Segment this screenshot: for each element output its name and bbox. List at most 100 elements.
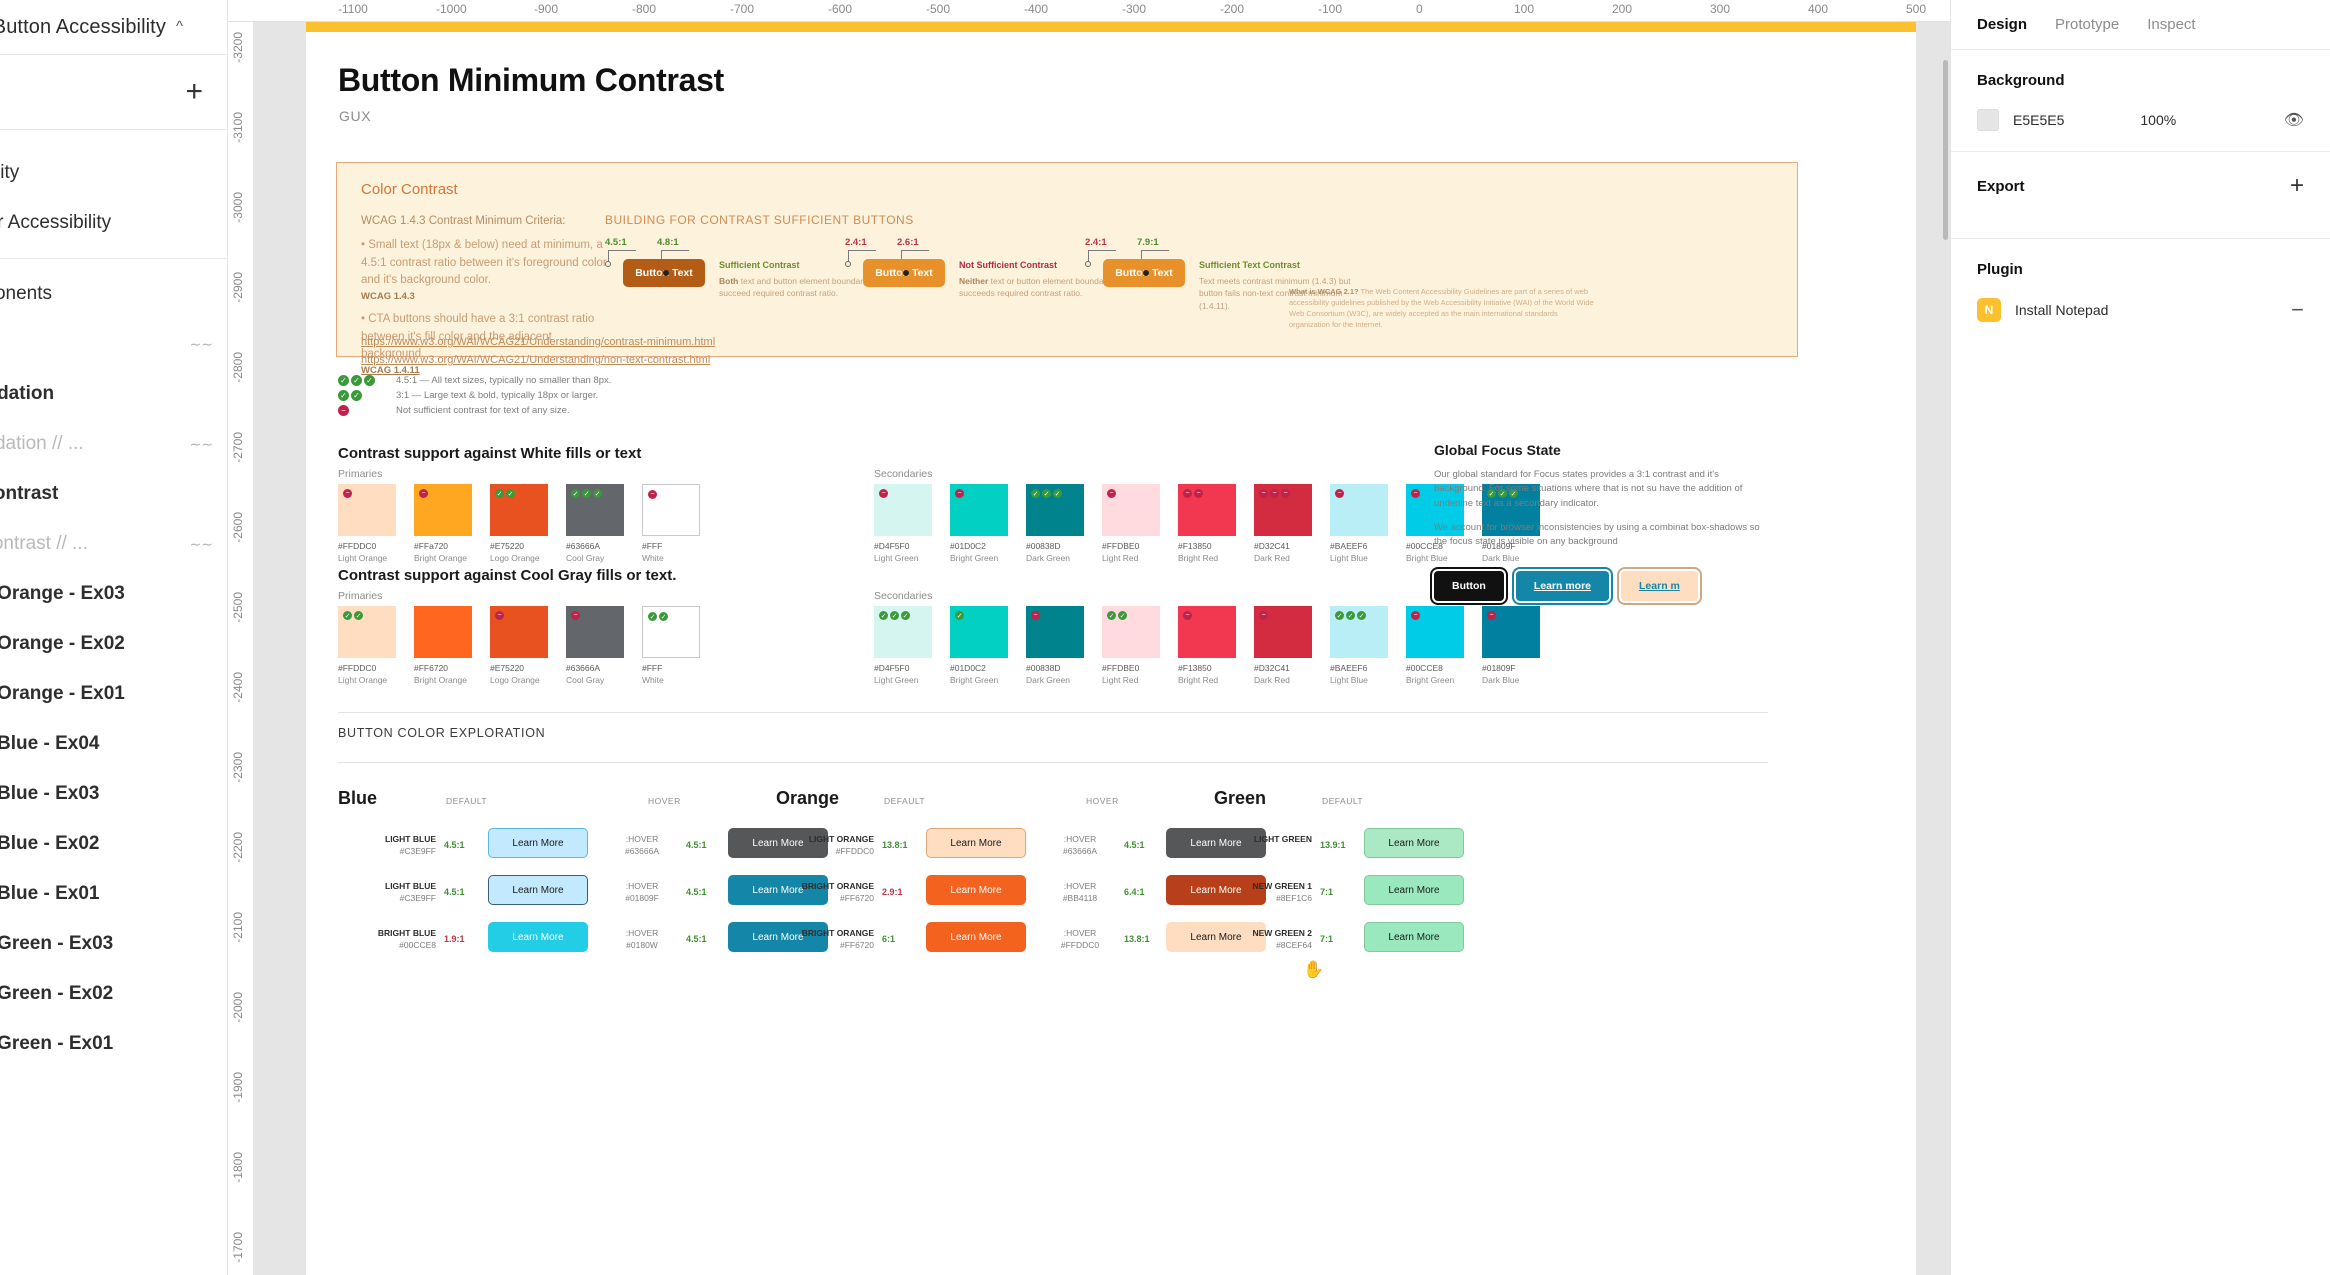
design-frame[interactable]: Button Minimum Contrast GUX Color Contra… bbox=[306, 22, 1916, 1275]
color-swatch[interactable]: − #D32C41 Dark Red bbox=[1254, 606, 1314, 685]
color-swatch[interactable]: − #00838D Dark Green bbox=[1026, 606, 1086, 685]
sidebar-item-16[interactable]: on / Green - Ex02 bbox=[0, 969, 227, 1019]
sidebar-item-3[interactable]: ch∼∼ bbox=[0, 319, 227, 369]
sidebar-add-row[interactable]: + bbox=[0, 55, 227, 130]
sidebar-item-12[interactable]: on / Blue - Ex03 bbox=[0, 769, 227, 819]
sidebar-item-17[interactable]: on / Green - Ex01 bbox=[0, 1019, 227, 1069]
swatch-marks: − bbox=[1411, 611, 1420, 620]
focus-button-2[interactable]: Learn m bbox=[1621, 571, 1698, 602]
sidebar-item-4[interactable]: mendation bbox=[0, 369, 227, 419]
plus-icon[interactable]: + bbox=[2290, 174, 2304, 198]
sidebar-item-13[interactable]: on / Blue - Ex02 bbox=[0, 819, 227, 869]
exploration-default-button[interactable]: Learn More bbox=[926, 875, 1026, 905]
ruler-tick-v: -2400 bbox=[231, 672, 245, 703]
exploration-default-button[interactable]: Learn More bbox=[488, 828, 588, 858]
plus-icon[interactable]: + bbox=[185, 77, 203, 107]
wcag-contrast-minimum-link[interactable]: https://www.w3.org/WAI/WCAG21/Understand… bbox=[361, 333, 715, 351]
exploration-default-button[interactable]: Learn More bbox=[488, 922, 588, 952]
contrast-mark-icon: − bbox=[1270, 489, 1279, 498]
swatch-hex: #D4F5F0 bbox=[874, 663, 910, 673]
color-swatch[interactable]: − #F13850 Bright Red bbox=[1178, 606, 1238, 685]
sidebar-item-15[interactable]: on / Green - Ex03 bbox=[0, 919, 227, 969]
background-opacity-value[interactable]: 100% bbox=[2140, 112, 2176, 128]
eye-icon[interactable]: 👁 bbox=[2284, 110, 2304, 130]
focus-button-0[interactable]: Button bbox=[1434, 571, 1504, 602]
color-swatch[interactable]: ✓ ✓ ✓ #63666A Cool Gray bbox=[566, 484, 626, 563]
color-swatch[interactable]: − #01D0C2 Bright Green bbox=[950, 484, 1010, 563]
exploration-default-button[interactable]: Learn More bbox=[1364, 875, 1464, 905]
swatch-hex: #01809F bbox=[1482, 663, 1516, 673]
background-hex-value[interactable]: E5E5E5 bbox=[2013, 112, 2064, 128]
sidebar-item-7[interactable]: m Contrast // ... ∼∼ bbox=[0, 519, 227, 569]
color-swatch[interactable]: − #FFDDC0 Light Orange bbox=[338, 484, 398, 563]
canvas-area[interactable]: -1100 -1000 -900 -800 -700 -600 -500 -400 -300 -2… bbox=[228, 0, 1950, 1275]
sidebar-item-2[interactable]: omponents bbox=[0, 269, 227, 319]
color-swatch[interactable]: − #01809F Dark Blue bbox=[1482, 606, 1542, 685]
contrast-mark-icon: − bbox=[879, 489, 888, 498]
focus-button-1[interactable]: Learn more bbox=[1515, 571, 1610, 602]
sidebar-header[interactable]: Button Accessibility ^ bbox=[0, 0, 227, 55]
exploration-default-button[interactable]: Learn More bbox=[926, 922, 1026, 952]
figma-app-window: Button Accessibility ^ + ssibility e Bar … bbox=[0, 0, 2330, 1275]
color-swatch[interactable]: − #BAEEF6 Light Blue bbox=[1330, 484, 1390, 563]
eye-hidden-icon[interactable]: ∼∼ bbox=[190, 536, 213, 553]
sidebar-item-5[interactable]: mendation // ... ∼∼ bbox=[0, 419, 227, 469]
sidebar-item-9[interactable]: on / Orange - Ex02 bbox=[0, 619, 227, 669]
color-swatch[interactable]: ✓ ✓ #FFDBE0 Light Red bbox=[1102, 606, 1162, 685]
color-swatch[interactable]: ✓ #01D0C2 Bright Green bbox=[950, 606, 1010, 685]
sidebar-item-14[interactable]: on / Blue - Ex01 bbox=[0, 869, 227, 919]
ruler-tick-v: -2500 bbox=[231, 592, 245, 623]
color-swatch[interactable]: − #D4F5F0 Light Green bbox=[874, 484, 934, 563]
tab-design[interactable]: Design bbox=[1977, 16, 2027, 33]
canvas-scrollbar[interactable] bbox=[1943, 60, 1948, 240]
chevron-up-icon[interactable]: ^ bbox=[176, 18, 183, 35]
exploration-default-button[interactable]: Learn More bbox=[1364, 922, 1464, 952]
contrast-mark-icon: − bbox=[955, 489, 964, 498]
color-swatch[interactable]: ✓ ✓ #E75220 Logo Orange bbox=[490, 484, 550, 563]
sidebar-item-10[interactable]: on / Orange - Ex01 bbox=[0, 669, 227, 719]
exploration-column-title: Green bbox=[1214, 788, 1267, 808]
exploration-default-button[interactable]: Learn More bbox=[1364, 828, 1464, 858]
background-color-swatch[interactable] bbox=[1977, 109, 1999, 131]
color-swatch[interactable]: #FF6720 Bright Orange bbox=[414, 606, 474, 685]
sidebar-item-1[interactable]: e Bar Accessibility bbox=[0, 198, 227, 248]
color-swatch[interactable]: − #E75220 Logo Orange bbox=[490, 606, 550, 685]
color-swatch[interactable]: − #00CCE8 Bright Green bbox=[1406, 606, 1466, 685]
color-swatch[interactable]: − #FFF White bbox=[642, 484, 702, 563]
color-swatch[interactable]: − − − #D32C41 Dark Red bbox=[1254, 484, 1314, 563]
eye-hidden-icon[interactable]: ∼∼ bbox=[190, 436, 213, 453]
tab-prototype[interactable]: Prototype bbox=[2055, 16, 2119, 33]
sidebar-item-11[interactable]: on / Blue - Ex04 bbox=[0, 719, 227, 769]
color-swatch[interactable]: − #FFDBE0 Light Red bbox=[1102, 484, 1162, 563]
sidebar-item-8[interactable]: on / Orange - Ex03 bbox=[0, 569, 227, 619]
legend-marks: ✓ ✓ ✓ bbox=[338, 375, 386, 386]
swatch-hex: #F13850 bbox=[1178, 663, 1212, 673]
contrast-mark-icon: − bbox=[419, 489, 428, 498]
sidebar-item-0[interactable]: ssibility bbox=[0, 148, 227, 198]
wcag-non-text-contrast-link[interactable]: https://www.w3.org/WAI/WCAG21/Understand… bbox=[361, 351, 715, 369]
color-swatch[interactable]: ✓ ✓ #FFF White bbox=[642, 606, 702, 685]
swatch-marks: − bbox=[1107, 489, 1116, 498]
color-swatch[interactable]: − #FFa720 Bright Orange bbox=[414, 484, 474, 563]
minus-icon[interactable]: − bbox=[2291, 299, 2304, 321]
plugin-item[interactable]: N Install Notepad − bbox=[1977, 298, 2304, 322]
eye-hidden-icon[interactable]: ∼∼ bbox=[190, 336, 213, 353]
sidebar-item-label: mendation // ... bbox=[0, 433, 84, 454]
tab-inspect[interactable]: Inspect bbox=[2147, 16, 2195, 33]
exploration-default-button[interactable]: Learn More bbox=[488, 875, 588, 905]
canvas-viewport[interactable]: Button Minimum Contrast GUX Color Contra… bbox=[254, 22, 1950, 1275]
ruler-tick-h: -400 bbox=[1024, 2, 1049, 16]
color-swatch[interactable]: ✓ ✓ ✓ #00838D Dark Green bbox=[1026, 484, 1086, 563]
contrast-mark-icon: ✓ bbox=[593, 489, 602, 498]
color-swatch[interactable]: ✓ ✓ #FFDDC0 Light Orange bbox=[338, 606, 398, 685]
color-swatch[interactable]: ✓ ✓ ✓ #D4F5F0 Light Green bbox=[874, 606, 934, 685]
color-swatch[interactable]: ✓ ✓ ✓ #BAEEF6 Light Blue bbox=[1330, 606, 1390, 685]
exploration-default-button[interactable]: Learn More bbox=[926, 828, 1026, 858]
exploration-default-label: DEFAULT bbox=[884, 796, 926, 806]
ruler-tick-v: -2000 bbox=[231, 992, 245, 1023]
plugin-label[interactable]: Install Notepad bbox=[2015, 302, 2108, 318]
sidebar-item-6[interactable]: m Contrast bbox=[0, 469, 227, 519]
background-color-row[interactable]: E5E5E5 100% 👁 bbox=[1977, 109, 2304, 131]
color-swatch[interactable]: − − #F13850 Bright Red bbox=[1178, 484, 1238, 563]
color-swatch[interactable]: − #63666A Cool Gray bbox=[566, 606, 626, 685]
